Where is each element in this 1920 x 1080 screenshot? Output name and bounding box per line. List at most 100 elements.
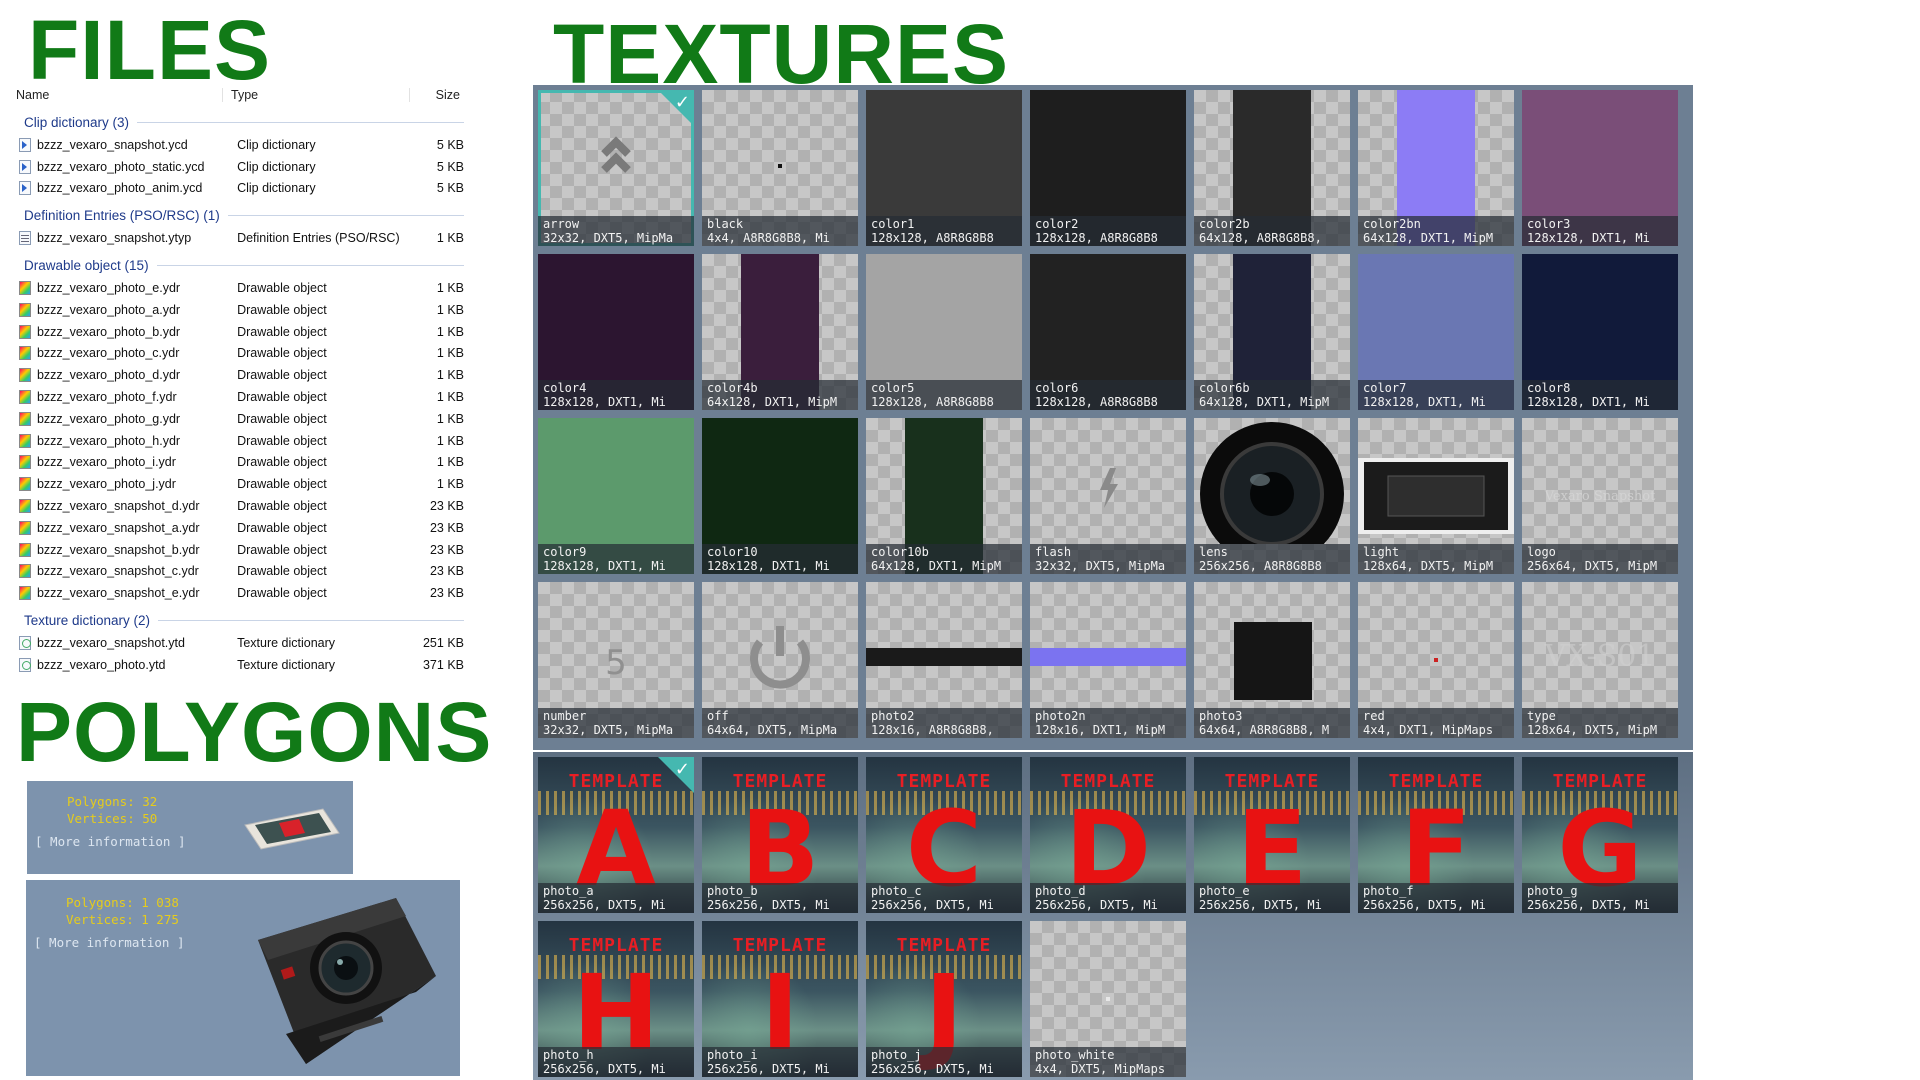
file-row[interactable]: bzzz_vexaro_snapshot_b.ydr Drawable objec… <box>14 539 464 561</box>
photo-tile-photo_i[interactable]: TEMPLATE Iphoto_i 256x256, DXT5, Mi <box>702 921 858 1077</box>
file-row[interactable]: bzzz_vexaro_photo_c.ydr Drawable object 1 … <box>14 343 464 365</box>
texture-tile-off[interactable]: off 64x64, DXT5, MipMa <box>702 582 858 738</box>
column-header-name[interactable]: Name <box>14 88 223 102</box>
texture-tile-light[interactable]: light 128x64, DXT5, MipM <box>1358 418 1514 574</box>
texture-tile-color4[interactable]: color4 128x128, DXT1, Mi <box>538 254 694 410</box>
lightning-icon <box>1030 418 1186 544</box>
texture-caption: flash 32x32, DXT5, MipMa <box>1030 544 1186 574</box>
texture-caption: color3 128x128, DXT1, Mi <box>1522 216 1678 246</box>
texture-tile-logo[interactable]: Vexaro Snapshot logo 256x64, DXT5, MipM <box>1522 418 1678 574</box>
texture-info: 128x64, DXT5, MipM <box>1363 559 1494 573</box>
photo-tile-photo_c[interactable]: TEMPLATE Cphoto_c 256x256, DXT5, Mi <box>866 757 1022 913</box>
lens-icon <box>1194 418 1350 566</box>
texture-tile-photo2n[interactable]: photo2n 128x16, DXT1, MipM <box>1030 582 1186 738</box>
file-row[interactable]: bzzz_vexaro_photo_h.ydr Drawable object 1 … <box>14 430 464 452</box>
texture-info: 128x128, DXT1, Mi <box>1527 395 1650 409</box>
texture-caption: color4b 64x128, DXT1, MipM <box>702 380 858 410</box>
texture-tile-lens[interactable]: lens 256x256, A8R8G8B8 <box>1194 418 1350 574</box>
file-row[interactable]: bzzz_vexaro_photo_e.ydr Drawable object 1 … <box>14 277 464 299</box>
texture-tile-flash[interactable]: flash 32x32, DXT5, MipMa <box>1030 418 1186 574</box>
file-row[interactable]: bzzz_vexaro_photo_g.ydr Drawable object 1 … <box>14 408 464 430</box>
photo-tile-photo_j[interactable]: TEMPLATE Jphoto_j 256x256, DXT5, Mi <box>866 921 1022 1077</box>
texture-caption: color5 128x128, A8R8G8B8 <box>866 380 1022 410</box>
file-type: Drawable object <box>237 346 327 361</box>
photo-tile-photo_f[interactable]: TEMPLATE Fphoto_f 256x256, DXT5, Mi <box>1358 757 1514 913</box>
texture-tile-color10b[interactable]: color10b 64x128, DXT1, MipM <box>866 418 1022 574</box>
texture-tile-color2[interactable]: color2 128x128, A8R8G8B8 <box>1030 90 1186 246</box>
polygon-stats: Polygons: 1 038 Vertices: 1 275 <box>66 894 179 928</box>
texture-tile-color7[interactable]: color7 128x128, DXT1, Mi <box>1358 254 1514 410</box>
more-information-link[interactable]: [ More information ] <box>34 935 185 950</box>
file-row[interactable]: bzzz_vexaro_photo_j.ydr Drawable object 1 … <box>14 473 464 495</box>
texture-caption: type 128x64, DXT5, MipM <box>1522 708 1678 738</box>
file-row[interactable]: bzzz_vexaro_photo_static.ycd Clip diction… <box>14 156 464 178</box>
texture-tile-color3[interactable]: color3 128x128, DXT1, Mi <box>1522 90 1678 246</box>
file-row[interactable]: bzzz_vexaro_photo_f.ydr Drawable object 1 … <box>14 386 464 408</box>
file-row[interactable]: bzzz_vexaro_photo_a.ydr Drawable object 1 … <box>14 299 464 321</box>
photo-tile-photo_e[interactable]: TEMPLATE Ephoto_e 256x256, DXT5, Mi <box>1194 757 1350 913</box>
photo-tile-photo_white[interactable]: photo_white 4x4, DXT5, MipMaps <box>1030 921 1186 1077</box>
file-row[interactable]: bzzz_vexaro_snapshot.ytd Texture dictiona… <box>14 632 464 654</box>
texture-name: number <box>543 709 587 723</box>
file-type: Drawable object <box>237 477 327 492</box>
file-type: Drawable object <box>237 368 327 383</box>
group-header[interactable]: Texture dictionary (2) <box>14 608 464 632</box>
texture-name: arrow <box>543 217 580 231</box>
file-row[interactable]: bzzz_vexaro_snapshot_d.ydr Drawable objec… <box>14 495 464 517</box>
column-header-size[interactable]: Size <box>410 88 460 102</box>
texture-name: color4b <box>707 381 758 395</box>
file-size: 371 KB <box>422 657 464 672</box>
file-type: Drawable object <box>237 390 327 405</box>
texture-tile-color6b[interactable]: color6b 64x128, DXT1, MipM <box>1194 254 1350 410</box>
texture-caption: color2b 64x128, A8R8G8B8, <box>1194 216 1350 246</box>
texture-tile-color1[interactable]: color1 128x128, A8R8G8B8 <box>866 90 1022 246</box>
group-header[interactable]: Definition Entries (PSO/RSC) (1) <box>14 203 464 227</box>
file-row[interactable]: bzzz_vexaro_snapshot_a.ydr Drawable objec… <box>14 517 464 539</box>
file-size: 251 KB <box>422 636 464 651</box>
texture-caption: color2 128x128, A8R8G8B8 <box>1030 216 1186 246</box>
texture-tile-photo2[interactable]: photo2 128x16, A8R8G8B8, <box>866 582 1022 738</box>
photo-tile-photo_a[interactable]: TEMPLATE Aphoto_a 256x256, DXT5, Mi ✓ <box>538 757 694 913</box>
more-information-link[interactable]: [ More information ] <box>35 834 186 849</box>
texture-tile-color5[interactable]: color5 128x128, A8R8G8B8 <box>866 254 1022 410</box>
light-texture-icon <box>1358 418 1514 544</box>
file-name: bzzz_vexaro_photo_a.ydr <box>36 302 181 317</box>
texture-tile-color10[interactable]: color10 128x128, DXT1, Mi <box>702 418 858 574</box>
file-row[interactable]: bzzz_vexaro_photo_i.ydr Drawable object 1 … <box>14 452 464 474</box>
file-row[interactable]: bzzz_vexaro_photo.ytd Texture dictionary 3… <box>14 654 464 676</box>
texture-tile-arrow[interactable]: arrow 32x32, DXT5, MipMa ✓ <box>538 90 694 246</box>
photo-tile-photo_b[interactable]: TEMPLATE Bphoto_b 256x256, DXT5, Mi <box>702 757 858 913</box>
file-row[interactable]: bzzz_vexaro_photo_b.ydr Drawable object 1 … <box>14 321 464 343</box>
texture-tile-black[interactable]: black 4x4, A8R8G8B8, Mi <box>702 90 858 246</box>
file-row[interactable]: bzzz_vexaro_photo_d.ydr Drawable object 1 … <box>14 364 464 386</box>
file-row[interactable]: bzzz_vexaro_snapshot.ytyp Definition Entr… <box>14 227 464 249</box>
texture-tile-color2b[interactable]: color2b 64x128, A8R8G8B8, <box>1194 90 1350 246</box>
texture-caption: number 32x32, DXT5, MipMa <box>538 708 694 738</box>
texture-caption: off 64x64, DXT5, MipMa <box>702 708 858 738</box>
texture-tile-type[interactable]: VX-S01 type 128x64, DXT5, MipM <box>1522 582 1678 738</box>
texture-info: 128x128, A8R8G8B8 <box>1035 395 1158 409</box>
texture-tile-number[interactable]: 5 number 32x32, DXT5, MipMa <box>538 582 694 738</box>
texture-info: 128x128, DXT1, Mi <box>1527 231 1650 245</box>
texture-grid: arrow 32x32, DXT5, MipMa ✓ black 4x4, A8R8G8… <box>533 85 1693 750</box>
texture-tile-photo3[interactable]: photo3 64x64, A8R8G8B8, M <box>1194 582 1350 738</box>
column-header-type[interactable]: Type <box>223 88 410 102</box>
photo-tile-photo_g[interactable]: TEMPLATE Gphoto_g 256x256, DXT5, Mi <box>1522 757 1678 913</box>
texture-name: color2bn <box>1363 217 1421 231</box>
group-header[interactable]: Drawable object (15) <box>14 253 464 277</box>
photo-tile-photo_h[interactable]: TEMPLATE Hphoto_h 256x256, DXT5, Mi <box>538 921 694 1077</box>
group-header[interactable]: Clip dictionary (3) <box>14 110 464 134</box>
file-row[interactable]: bzzz_vexaro_snapshot_e.ydr Drawable objec… <box>14 582 464 604</box>
texture-tile-color4b[interactable]: color4b 64x128, DXT1, MipM <box>702 254 858 410</box>
file-row[interactable]: bzzz_vexaro_snapshot.ycd Clip dictionary 5… <box>14 134 464 156</box>
number-texture-icon: 5 <box>538 582 694 708</box>
strip-fill <box>866 648 1022 666</box>
file-row[interactable]: bzzz_vexaro_snapshot_c.ydr Drawable objec… <box>14 561 464 583</box>
texture-tile-color2bn[interactable]: color2bn 64x128, DXT1, MipM <box>1358 90 1514 246</box>
texture-tile-color6[interactable]: color6 128x128, A8R8G8B8 <box>1030 254 1186 410</box>
file-row[interactable]: bzzz_vexaro_photo_anim.ycd Clip dictionar… <box>14 178 464 200</box>
texture-tile-red[interactable]: red 4x4, DXT1, MipMaps <box>1358 582 1514 738</box>
texture-tile-color8[interactable]: color8 128x128, DXT1, Mi <box>1522 254 1678 410</box>
texture-tile-color9[interactable]: color9 128x128, DXT1, Mi <box>538 418 694 574</box>
photo-tile-photo_d[interactable]: TEMPLATE Dphoto_d 256x256, DXT5, Mi <box>1030 757 1186 913</box>
